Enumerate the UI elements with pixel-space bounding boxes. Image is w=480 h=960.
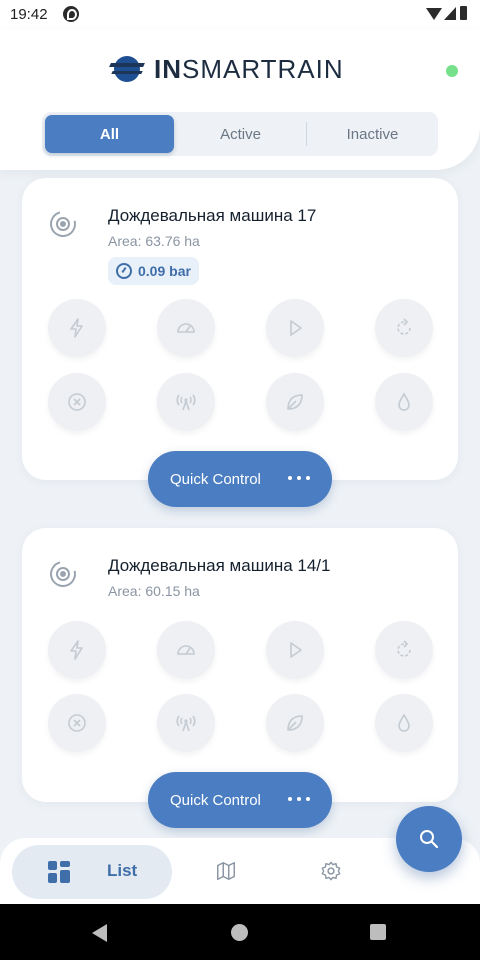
back-icon[interactable] [92,924,107,942]
search-button[interactable] [396,806,462,872]
signal-control-button[interactable] [157,694,215,752]
signal-control-button[interactable] [157,373,215,431]
machine-name: Дождевальная машина 14/1 [108,556,331,575]
power-control-button[interactable] [48,621,106,679]
status-time: 19:42 [10,6,48,23]
status-indicators [426,6,468,22]
tab-divider [306,122,307,146]
machine-card[interactable]: Дождевальная машина 17 Area: 63.76 ha 0.… [22,178,458,480]
more-icon [288,476,310,480]
power-control-button[interactable] [48,299,106,357]
pressure-value: 0.09 bar [138,263,191,279]
rotate-icon [397,640,411,657]
wifi-icon [426,8,442,20]
map-icon[interactable] [215,860,237,882]
fertilizer-control-button[interactable] [266,694,324,752]
irrigation-machine-icon [45,206,81,242]
app-logo: INSMARTRAIN [109,52,344,86]
logo-text: INSMARTRAIN [154,54,344,85]
fertilizer-control-button[interactable] [266,373,324,431]
play-icon [290,642,302,658]
machine-name: Дождевальная машина 17 [108,206,317,225]
stop-control-button[interactable] [48,694,106,752]
lightning-icon [70,640,83,660]
quick-control-label: Quick Control [170,791,261,809]
list-icon [48,861,70,883]
logo-text-bold: IN [154,53,182,84]
speedometer-icon [177,323,195,333]
more-icon [288,797,310,801]
antenna-icon [176,394,196,411]
leaf-icon [287,715,303,731]
irrigation-machine-icon [45,556,81,592]
filter-tabs: All Active Inactive [42,112,438,156]
nav-item-list[interactable]: List [12,845,172,899]
battery-icon [460,6,467,20]
signal-icon [444,7,456,20]
quick-control-button[interactable]: Quick Control [148,451,332,507]
gauge-icon [116,263,132,279]
notification-app-icon [63,6,79,22]
machine-card[interactable]: Дождевальная машина 14/1 Area: 60.15 ha [22,528,458,802]
tab-inactive[interactable]: Inactive [308,115,437,153]
home-icon[interactable] [231,924,248,941]
stop-control-button[interactable] [48,373,106,431]
play-icon [290,320,302,336]
status-bar: 19:42 [0,0,480,30]
connection-status-dot [446,65,458,77]
machine-area: Area: 63.76 ha [108,233,200,249]
speed-control-button[interactable] [157,299,215,357]
speed-control-button[interactable] [157,621,215,679]
app-header: INSMARTRAIN All Active Inactive [0,30,480,170]
quick-control-label: Quick Control [170,470,261,488]
direction-control-button[interactable] [375,621,433,679]
water-control-button[interactable] [375,373,433,431]
settings-icon[interactable] [320,860,342,882]
pressure-badge: 0.09 bar [108,257,199,285]
water-drop-icon [398,713,410,732]
water-control-button[interactable] [375,694,433,752]
direction-control-button[interactable] [375,299,433,357]
nav-list-label: List [107,861,138,880]
start-control-button[interactable] [266,299,324,357]
start-control-button[interactable] [266,621,324,679]
leaf-icon [287,394,303,410]
search-icon [420,830,439,849]
speedometer-icon [177,645,195,655]
tab-active[interactable]: Active [176,115,305,153]
antenna-icon [176,715,196,732]
machine-area: Area: 60.15 ha [108,583,200,599]
close-circle-icon [68,393,86,411]
logo-globe-icon [109,54,148,84]
system-navigation-bar [0,904,480,960]
lightning-icon [70,318,83,338]
logo-text-rest: SMARTRAIN [182,53,344,84]
quick-control-button[interactable]: Quick Control [148,772,332,828]
close-circle-icon [68,714,86,732]
recents-icon[interactable] [370,924,386,940]
tab-all[interactable]: All [45,115,174,153]
rotate-icon [397,318,411,335]
water-drop-icon [398,392,410,411]
